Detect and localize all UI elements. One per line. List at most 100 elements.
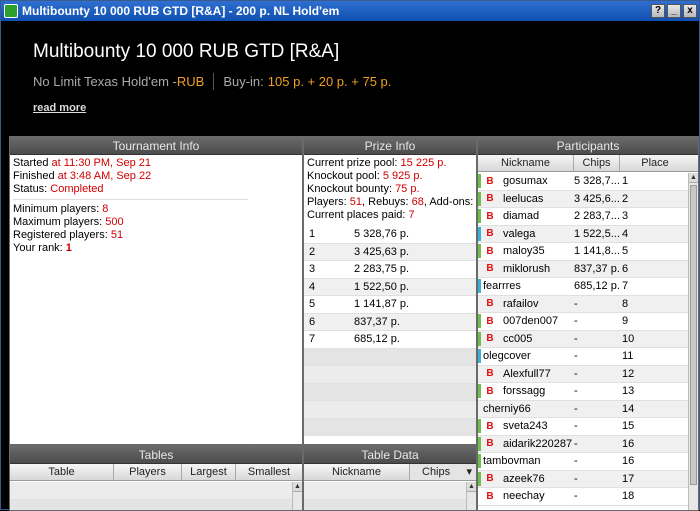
status-stripe [478, 227, 481, 241]
participant-place: 13 [621, 385, 634, 397]
participant-row[interactable]: tambovman-16 [478, 453, 688, 471]
participant-list: Bgosumax5 328,7...1Bleelucas3 425,6...2B… [478, 173, 688, 506]
payout-row: 23 425,63 р. [304, 244, 476, 262]
participant-row[interactable]: cherniy66-14 [478, 401, 688, 419]
participant-row[interactable]: Bdiamad2 283,7...3 [478, 208, 688, 226]
participant-row[interactable]: Brafailov-8 [478, 296, 688, 314]
participants-panel: Participants Nickname Chips Place Bgosum… [477, 136, 699, 511]
column-chips[interactable]: Chips ▾ [410, 464, 476, 480]
payout-place: 5 [304, 298, 354, 310]
table-row[interactable] [10, 482, 292, 500]
sort-desc-icon: ▾ [466, 464, 472, 480]
tables-scrollbar[interactable]: ▲ [292, 482, 302, 510]
payout-empty-row [304, 384, 476, 402]
finished-label: Finished [13, 170, 58, 182]
divider [213, 73, 214, 90]
participant-nickname: cc005 [503, 333, 532, 345]
participant-chips: - [574, 490, 621, 502]
column-largest[interactable]: Largest [182, 464, 236, 480]
read-more-link[interactable]: read more [33, 102, 86, 114]
participant-chips: - [574, 438, 621, 450]
participant-row[interactable]: olegcover-11 [478, 348, 688, 366]
participant-row[interactable]: BAlexfull77-12 [478, 366, 688, 384]
column-nickname[interactable]: Nickname [304, 464, 410, 480]
table-data-row[interactable] [304, 482, 466, 500]
participant-row[interactable]: Bforssagg-13 [478, 383, 688, 401]
table-data-header: Table Data [304, 446, 476, 464]
scroll-thumb[interactable] [690, 185, 697, 485]
participant-nickname-cell: Baidarik220287 [483, 438, 574, 450]
bounty-badge-icon: B [483, 246, 497, 257]
participant-nickname: neechay [503, 490, 545, 502]
players-label: Players: [307, 196, 350, 208]
participant-place: 16 [621, 438, 634, 450]
column-smallest[interactable]: Smallest [236, 464, 302, 480]
currency: RUB [177, 74, 204, 89]
min-players-value: 8 [102, 203, 108, 215]
column-chips[interactable]: Chips [574, 155, 620, 171]
participant-row[interactable]: Bmiklorush837,37 р.6 [478, 261, 688, 279]
payout-row: 51 141,87 р. [304, 296, 476, 314]
participant-row[interactable]: Bleelucas3 425,6...2 [478, 191, 688, 209]
participant-row[interactable]: Bmaloy351 141,8...5 [478, 243, 688, 261]
players-rebuys-line: Players: 51, Rebuys: 68, Add-ons: 26 [304, 196, 476, 209]
column-table[interactable]: Table [10, 464, 114, 480]
bounty-badge-icon: B [483, 368, 497, 379]
participant-row[interactable]: B007den007-9 [478, 313, 688, 331]
minimize-button[interactable]: _ [667, 4, 681, 18]
min-players-label: Minimum players: [13, 203, 102, 215]
scroll-up-icon[interactable]: ▲ [467, 482, 476, 492]
finished-line: Finished at 3:48 AM, Sep 22 [10, 170, 302, 183]
prize-info-header: Prize Info [304, 137, 476, 155]
payout-place: 4 [304, 281, 354, 293]
payout-row: 7685,12 р. [304, 331, 476, 349]
close-button[interactable]: x [683, 4, 697, 18]
table-data-scrollbar[interactable]: ▲ [466, 482, 476, 510]
participant-nickname-cell: Bmaloy35 [483, 245, 574, 257]
participant-place: 10 [621, 333, 634, 345]
info-divider [13, 199, 248, 200]
table-data-row[interactable] [304, 500, 466, 511]
bounty-badge-icon: B [483, 386, 497, 397]
participant-nickname: Alexfull77 [503, 368, 551, 380]
title-bar[interactable]: Multibounty 10 000 RUB GTD [R&A] - 200 р… [1, 1, 699, 21]
status-value: Completed [50, 183, 103, 195]
column-place[interactable]: Place [620, 155, 690, 171]
started-value: at 11:30 PM, Sep 21 [52, 157, 151, 169]
participant-row[interactable]: Baidarik220287-16 [478, 436, 688, 454]
places-paid-label: Current places paid: [307, 209, 409, 221]
participant-row[interactable]: Bneechay-18 [478, 488, 688, 506]
participant-chips: 5 328,7... [574, 175, 621, 187]
payout-amount: 685,12 р. [354, 333, 400, 345]
scroll-up-icon[interactable]: ▲ [689, 173, 698, 183]
participant-nickname-cell: Bcc005 [483, 333, 574, 345]
participant-row[interactable]: Bcc005-10 [478, 331, 688, 349]
participant-row[interactable]: Bgosumax5 328,7...1 [478, 173, 688, 191]
help-button[interactable]: ? [651, 4, 665, 18]
table-data-column-header: Nickname Chips ▾ [304, 464, 476, 481]
scroll-up-icon[interactable]: ▲ [293, 482, 302, 492]
participant-nickname-cell: Bforssagg [483, 385, 574, 397]
participant-chips: - [574, 473, 621, 485]
participant-place: 17 [621, 473, 634, 485]
participants-scrollbar[interactable]: ▲ [688, 173, 698, 510]
tables-list [10, 482, 292, 511]
participant-place: 16 [621, 455, 634, 467]
participant-nickname: olegcover [483, 350, 531, 362]
participant-row[interactable]: Bsveta243-15 [478, 418, 688, 436]
column-nickname[interactable]: Nickname [478, 155, 574, 171]
payout-amount: 5 328,76 р. [354, 228, 409, 240]
participant-row[interactable]: fearrres685,12 р.7 [478, 278, 688, 296]
participant-chips: 685,12 р. [574, 280, 621, 292]
participant-row[interactable]: Bazeek76-17 [478, 471, 688, 489]
status-stripe [478, 472, 481, 486]
participant-nickname: fearrres [483, 280, 521, 292]
payout-place: 1 [304, 228, 354, 240]
status-stripe [478, 402, 481, 416]
bounty-badge-icon: B [483, 421, 497, 432]
started-label: Started [13, 157, 52, 169]
participant-row[interactable]: Bvalega1 522,5...4 [478, 226, 688, 244]
column-players[interactable]: Players [114, 464, 182, 480]
tournament-info-panel: Tournament Info Started at 11:30 PM, Sep… [9, 136, 303, 445]
table-row[interactable] [10, 500, 292, 511]
